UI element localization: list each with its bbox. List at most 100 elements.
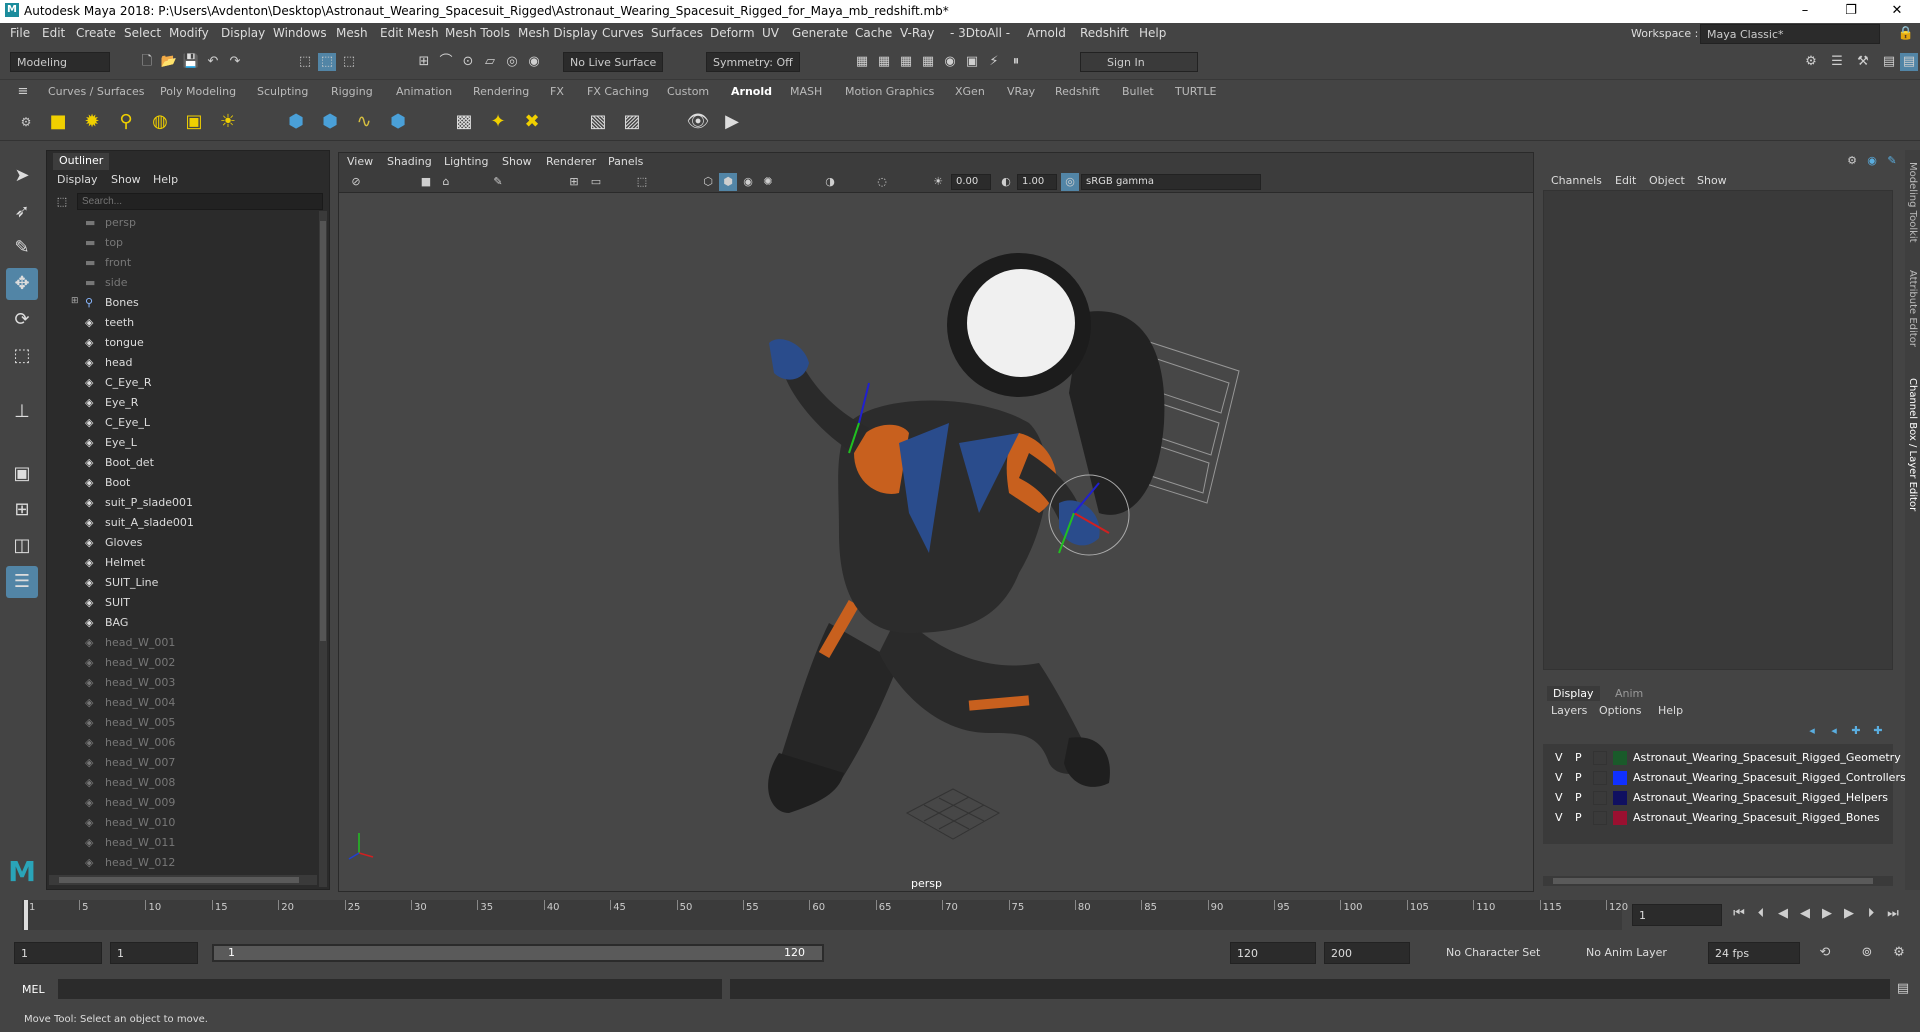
- shelf-tab-rigging[interactable]: Rigging: [331, 85, 373, 98]
- snap-surface-icon[interactable]: ◎: [503, 53, 521, 71]
- channel-menu-show[interactable]: Show: [1697, 174, 1727, 187]
- layer-color-swatch[interactable]: [1613, 751, 1627, 765]
- go-to-start-icon[interactable]: ⏮: [1730, 905, 1748, 923]
- outliner-item[interactable]: ◈ Helmet: [47, 553, 317, 573]
- close-button[interactable]: ✕: [1874, 0, 1920, 23]
- shelf-options-icon[interactable]: ⚙: [12, 108, 40, 136]
- last-tool-icon[interactable]: ⊥: [6, 396, 38, 428]
- go-to-end-icon[interactable]: ⏭: [1884, 905, 1902, 923]
- textured-icon[interactable]: ◉: [739, 173, 757, 191]
- outliner-item[interactable]: ◈ C_Eye_L: [47, 413, 317, 433]
- render-play-icon[interactable]: ▶: [718, 108, 746, 136]
- render-view-eye-icon[interactable]: 👁: [684, 108, 712, 136]
- ipr-render-icon[interactable]: ▦: [897, 53, 915, 71]
- use-lights-icon[interactable]: ✺: [759, 173, 777, 191]
- vp-menu-shading[interactable]: Shading: [387, 155, 432, 168]
- safe-action-icon[interactable]: ⬚: [633, 173, 651, 191]
- shelf-tab-vray[interactable]: VRay: [1007, 85, 1035, 98]
- menu-redshift[interactable]: Redshift: [1080, 26, 1129, 40]
- outliner-item[interactable]: ▬ top: [47, 233, 317, 253]
- outliner-item[interactable]: ◈ head_W_009: [47, 793, 317, 813]
- outliner-tab[interactable]: Outliner: [53, 153, 110, 170]
- layer-type-toggle[interactable]: [1593, 751, 1607, 765]
- vp-menu-show[interactable]: Show: [502, 155, 532, 168]
- shelf-tab-bullet[interactable]: Bullet: [1122, 85, 1154, 98]
- outliner-menu-show[interactable]: Show: [111, 173, 141, 186]
- layer-tab-anim[interactable]: Anim: [1615, 687, 1643, 700]
- menu-cache[interactable]: Cache: [855, 26, 892, 40]
- area-light-icon[interactable]: ■: [44, 108, 72, 136]
- outliner-item[interactable]: ◈ suit_P_slade001: [47, 493, 317, 513]
- render-view-icon[interactable]: ▣: [963, 53, 981, 71]
- outliner-item[interactable]: ◈ head_W_001: [47, 633, 317, 653]
- shelf-menu-icon[interactable]: ≡: [14, 83, 32, 101]
- channel-menu-channels[interactable]: Channels: [1551, 174, 1602, 187]
- display-layer-row[interactable]: V P Astronaut_Wearing_Spacesuit_Rigged_Geo…: [1543, 748, 1901, 768]
- auto-key-icon[interactable]: ⊚: [1858, 944, 1876, 962]
- side-tab-attribute-editor[interactable]: Attribute Editor: [1907, 270, 1918, 347]
- outliner-item[interactable]: ◈ Boot: [47, 473, 317, 493]
- new-layer-icon[interactable]: ✚: [1847, 722, 1865, 740]
- shelf-tab-sculpting[interactable]: Sculpting: [257, 85, 308, 98]
- outliner-item[interactable]: ◈ head_W_007: [47, 753, 317, 773]
- redo-icon[interactable]: ↷: [226, 53, 244, 71]
- paint-select-icon[interactable]: ✎: [6, 232, 38, 264]
- range-handle[interactable]: [214, 946, 822, 960]
- menu-modify[interactable]: Modify: [169, 26, 209, 40]
- select-object-icon[interactable]: ⬚: [318, 53, 336, 71]
- mel-label[interactable]: MEL: [22, 983, 45, 996]
- curve-collector-icon[interactable]: ∿: [350, 108, 378, 136]
- layer-hscrollbar[interactable]: [1543, 876, 1893, 886]
- outliner-item[interactable]: ◈ head_W_003: [47, 673, 317, 693]
- layer-color-swatch[interactable]: [1613, 771, 1627, 785]
- outliner-scrollbar[interactable]: [319, 211, 327, 887]
- outliner-hscrollbar[interactable]: [49, 875, 317, 885]
- menu-surfaces[interactable]: Surfaces: [651, 26, 703, 40]
- timeline[interactable]: 1 5 10 15 20 25 30 35 40 45 50 55 60 65 70 75 80 85 90 95 10…: [22, 900, 1628, 930]
- hypershade-icon[interactable]: ◉: [941, 53, 959, 71]
- viewport-panel[interactable]: View Shading Lighting Show Renderer Pane…: [338, 152, 1534, 892]
- layer-menu-help[interactable]: Help: [1658, 704, 1683, 717]
- shelf-tab-animation[interactable]: Animation: [396, 85, 452, 98]
- photometric-light-icon[interactable]: ⚲: [112, 108, 140, 136]
- shelf-tab-motion-graphics[interactable]: Motion Graphics: [845, 85, 934, 98]
- tool-settings-icon[interactable]: ⚒: [1854, 53, 1872, 71]
- outliner-item[interactable]: ◈ suit_A_slade001: [47, 513, 317, 533]
- layer-menu-options[interactable]: Options: [1599, 704, 1641, 717]
- new-scene-icon[interactable]: 🗋: [138, 53, 156, 71]
- channel-menu-object[interactable]: Object: [1649, 174, 1685, 187]
- expand-icon[interactable]: ⊞: [71, 296, 79, 306]
- wireframe-icon[interactable]: ⬡: [699, 173, 717, 191]
- layer-type-toggle[interactable]: [1593, 771, 1607, 785]
- layer-editor-icon[interactable]: ▤: [1900, 53, 1918, 71]
- playback-end-field[interactable]: 120: [1230, 942, 1316, 964]
- playback-start-field[interactable]: 1: [110, 942, 198, 964]
- outliner-item[interactable]: ◈ head_W_005: [47, 713, 317, 733]
- menuset-select[interactable]: Modeling: [10, 52, 110, 72]
- camera-select-icon[interactable]: ⊘: [347, 173, 365, 191]
- workspace-select[interactable]: Maya Classic*: [1700, 24, 1880, 44]
- display-layer-row[interactable]: V P Astronaut_Wearing_Spacesuit_Rigged_Bon…: [1543, 808, 1893, 828]
- texture-manager-icon[interactable]: ▩: [450, 108, 478, 136]
- snap-grid-icon[interactable]: ⊞: [415, 53, 433, 71]
- range-bar[interactable]: 1 120: [212, 944, 824, 962]
- layer-playback-toggle[interactable]: P: [1575, 811, 1582, 824]
- channel-settings-icon[interactable]: ⚙: [1843, 152, 1861, 170]
- layer-playback-toggle[interactable]: P: [1575, 771, 1582, 784]
- menu-curves[interactable]: Curves: [602, 26, 644, 40]
- open-scene-icon[interactable]: 📂: [160, 53, 178, 71]
- save-scene-icon[interactable]: 💾: [182, 53, 200, 71]
- render-frame-icon[interactable]: ▦: [853, 53, 871, 71]
- layer-playback-toggle[interactable]: P: [1575, 791, 1582, 804]
- menu-deform[interactable]: Deform: [710, 26, 755, 40]
- skydome-light-icon[interactable]: ◍: [146, 108, 174, 136]
- smooth-shade-icon[interactable]: ⬢: [719, 173, 737, 191]
- channel-edit-icon[interactable]: ✎: [1883, 152, 1901, 170]
- exposure-field[interactable]: 0.00: [951, 174, 991, 190]
- shelf-tab-fx-caching[interactable]: FX Caching: [587, 85, 649, 98]
- volume-icon[interactable]: ⬢: [384, 108, 412, 136]
- outliner-item[interactable]: ◈ SUIT: [47, 593, 317, 613]
- outliner-item[interactable]: ◈ tongue: [47, 333, 317, 353]
- outliner-item[interactable]: ▬ front: [47, 253, 317, 273]
- minimize-button[interactable]: –: [1782, 0, 1828, 23]
